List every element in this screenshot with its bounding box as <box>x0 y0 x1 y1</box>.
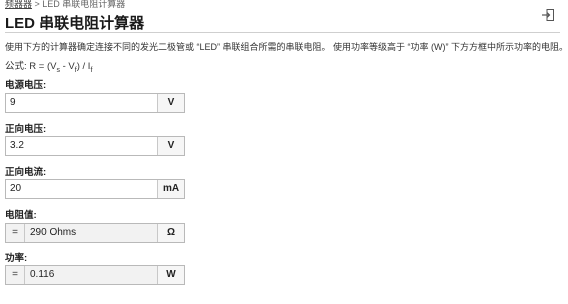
supply-voltage-field[interactable]: V <box>5 93 185 113</box>
formula-prefix: 公式: R = (V <box>5 61 57 72</box>
power-equals-sign: = <box>6 266 25 284</box>
resistance-equals-sign: = <box>6 224 25 242</box>
forward-current-label: 正向电流: <box>5 167 47 178</box>
exit-icon <box>542 9 554 21</box>
description-text: 使用下方的计算器确定连接不同的发光二极管或 “LED” 串联组合所需的串联电阻。… <box>5 42 568 52</box>
power-unit: W <box>157 266 184 284</box>
resistance-label: 电阻值: <box>5 210 37 221</box>
breadcrumb-current: LED 串联电阻计算器 <box>42 0 126 9</box>
formula-text: 公式: R = (Vs - Vf) / If <box>5 58 92 74</box>
supply-voltage-input[interactable] <box>10 97 160 108</box>
exit-button[interactable] <box>541 8 555 22</box>
forward-current-unit: mA <box>157 180 184 198</box>
forward-current-input[interactable] <box>10 183 160 194</box>
breadcrumb-separator: > <box>32 0 43 9</box>
page-title: LED 串联电阻计算器 <box>5 15 145 32</box>
power-output: = 0.116 W <box>5 265 185 285</box>
forward-voltage-input[interactable] <box>10 140 160 151</box>
forward-voltage-unit: V <box>157 137 184 155</box>
forward-voltage-field[interactable]: V <box>5 136 185 156</box>
power-label: 功率: <box>5 253 28 264</box>
formula-sub-f2: f <box>90 66 93 74</box>
forward-current-field[interactable]: mA <box>5 179 185 199</box>
resistance-unit: Ω <box>157 224 184 242</box>
supply-voltage-unit: V <box>157 94 184 112</box>
formula-close: ) / I <box>76 61 91 72</box>
title-divider <box>5 32 560 33</box>
supply-voltage-label: 电源电压: <box>5 80 47 91</box>
resistance-output: = 290 Ohms Ω <box>5 223 185 243</box>
breadcrumb-link[interactable]: 频器器 <box>5 0 32 9</box>
formula-mid: - V <box>59 61 75 72</box>
breadcrumb: 频器器 > LED 串联电阻计算器 <box>5 0 125 10</box>
forward-voltage-label: 正向电压: <box>5 124 47 135</box>
